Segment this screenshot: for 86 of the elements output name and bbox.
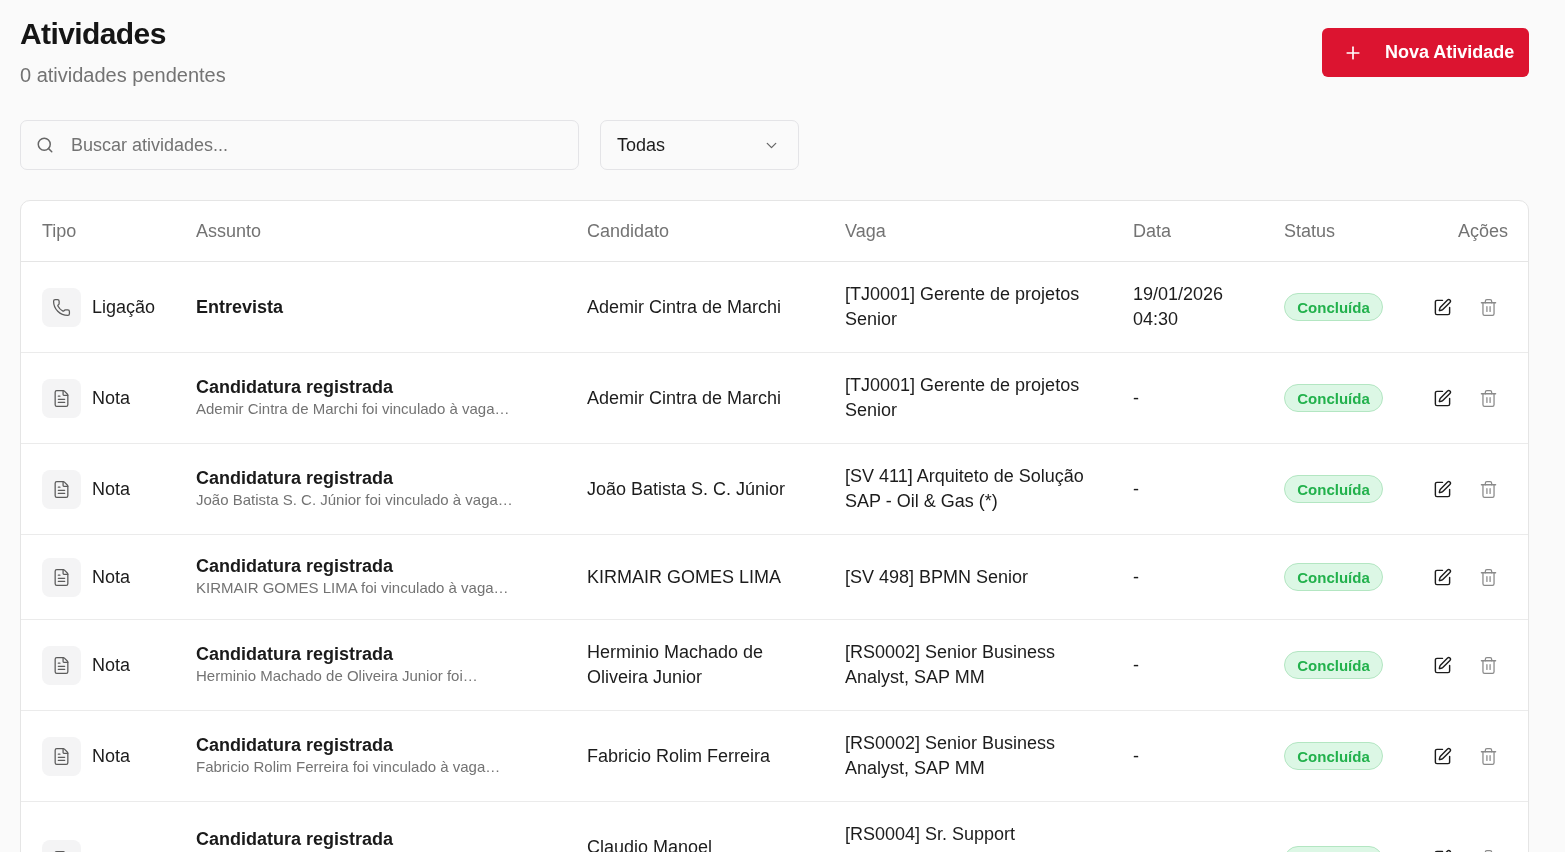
delete-button[interactable] [1479, 479, 1498, 499]
job-title: [TJ0001] Gerente de projetos Senior [845, 374, 1081, 422]
subject-detail: Herminio Machado de Oliveira Junior foi… [196, 666, 479, 686]
document-icon [42, 736, 81, 776]
trash-icon [1479, 746, 1498, 766]
subject-detail: João Batista S. C. Júnior foi vinculado à vaga… [196, 490, 514, 510]
edit-icon [1433, 655, 1452, 675]
subject-title: Candidatura registrada [196, 828, 395, 850]
subject-title: Candidatura registrada [196, 643, 395, 665]
edit-button[interactable] [1433, 479, 1452, 499]
column-header: Status [1283, 220, 1337, 243]
filter-dropdown[interactable]: Todas [600, 120, 799, 170]
edit-icon [1433, 479, 1452, 499]
status-badge: Concluída [1284, 293, 1383, 321]
job-title: [SV 498] BPMN Senior [845, 565, 1030, 589]
type-label: Nota [92, 386, 131, 410]
date-text: - [1133, 565, 1140, 589]
edit-button[interactable] [1433, 297, 1452, 317]
edit-button[interactable] [1433, 746, 1452, 766]
date-text: 19/01/2026 04:30 [1133, 283, 1225, 331]
document-icon [42, 469, 81, 509]
search-field[interactable]: Buscar atividades... [20, 120, 579, 170]
document-icon [42, 378, 81, 418]
column-header: Vaga [844, 220, 887, 243]
document-icon [42, 645, 81, 685]
candidate-name: João Batista S. C. Júnior [587, 477, 787, 501]
delete-button[interactable] [1479, 567, 1498, 587]
status-badge: Concluída [1284, 475, 1383, 503]
candidate-name: Ademir Cintra de Marchi [587, 386, 783, 410]
job-title: [TJ0001] Gerente de projetos Senior [845, 283, 1081, 331]
candidate-name: Herminio Machado de Oliveira Junior [587, 641, 765, 689]
job-title: [SV 411] Arquiteto de Solução SAP - Oil & Gas (*) [845, 465, 1085, 513]
edit-button[interactable] [1433, 655, 1452, 675]
edit-icon [1433, 388, 1452, 408]
delete-button[interactable] [1479, 655, 1498, 675]
column-header: Data [1132, 220, 1173, 243]
subject-detail: Fabricio Rolim Ferreira foi vinculado à vaga… [196, 757, 502, 777]
trash-icon [1479, 567, 1498, 587]
type-label: Nota [92, 565, 131, 589]
trash-icon [1479, 388, 1498, 408]
candidate-name: Ademir Cintra de Marchi [587, 295, 783, 319]
type-label: Nota [92, 477, 131, 501]
column-header: Assunto [195, 220, 263, 243]
subject-detail: KIRMAIR GOMES LIMA foi vinculado à vaga… [196, 578, 510, 598]
phone-icon [42, 287, 81, 327]
status-badge: Concluída [1284, 651, 1383, 679]
delete-button[interactable] [1479, 297, 1498, 317]
trash-icon [1479, 655, 1498, 675]
page-subtitle: 0 atividades pendentes [20, 63, 226, 88]
page-title: Atividades [20, 16, 167, 52]
edit-icon [1433, 567, 1452, 587]
search-icon [36, 136, 54, 154]
date-text: - [1133, 653, 1140, 677]
date-text: - [1133, 744, 1140, 768]
column-header: Ações [1456, 220, 1509, 243]
job-title: [RS0002] Senior Business Analyst, SAP MM [845, 732, 1057, 780]
job-title: [RS0002] Senior Business Analyst, SAP MM [845, 641, 1057, 689]
candidate-name: Fabricio Rolim Ferreira [587, 744, 772, 768]
edit-icon [1433, 746, 1452, 766]
delete-button[interactable] [1479, 388, 1498, 408]
subject-title: Candidatura registrada [196, 555, 395, 577]
document-icon [42, 557, 81, 597]
subject-title: Candidatura registrada [196, 467, 395, 489]
edit-icon [1433, 297, 1452, 317]
subject-detail: Ademir Cintra de Marchi foi vinculado à vaga… [196, 399, 511, 419]
type-label: Ligação [92, 295, 156, 319]
candidate-name: KIRMAIR GOMES LIMA [587, 565, 783, 589]
subject-title: Candidatura registrada [196, 376, 395, 398]
edit-button[interactable] [1433, 388, 1452, 408]
edit-button[interactable] [1433, 567, 1452, 587]
new-activity-button[interactable]: Nova Atividade [1322, 28, 1529, 77]
type-label: Nota [92, 744, 131, 768]
trash-icon [1479, 479, 1498, 499]
job-title: [RS0004] Sr. Support [845, 823, 1017, 846]
subject-title: Candidatura registrada [196, 734, 395, 756]
column-header: Candidato [586, 220, 671, 243]
status-badge: Concluída [1284, 742, 1383, 770]
trash-icon [1479, 297, 1498, 317]
subject-title: Entrevista [196, 296, 285, 318]
status-badge: Concluída [1284, 384, 1383, 412]
column-header: Tipo [41, 220, 78, 243]
type-label: Nota [92, 653, 131, 677]
date-text: - [1133, 386, 1140, 410]
date-text: - [1133, 477, 1140, 501]
status-badge: Concluída [1284, 563, 1383, 591]
delete-button[interactable] [1479, 746, 1498, 766]
